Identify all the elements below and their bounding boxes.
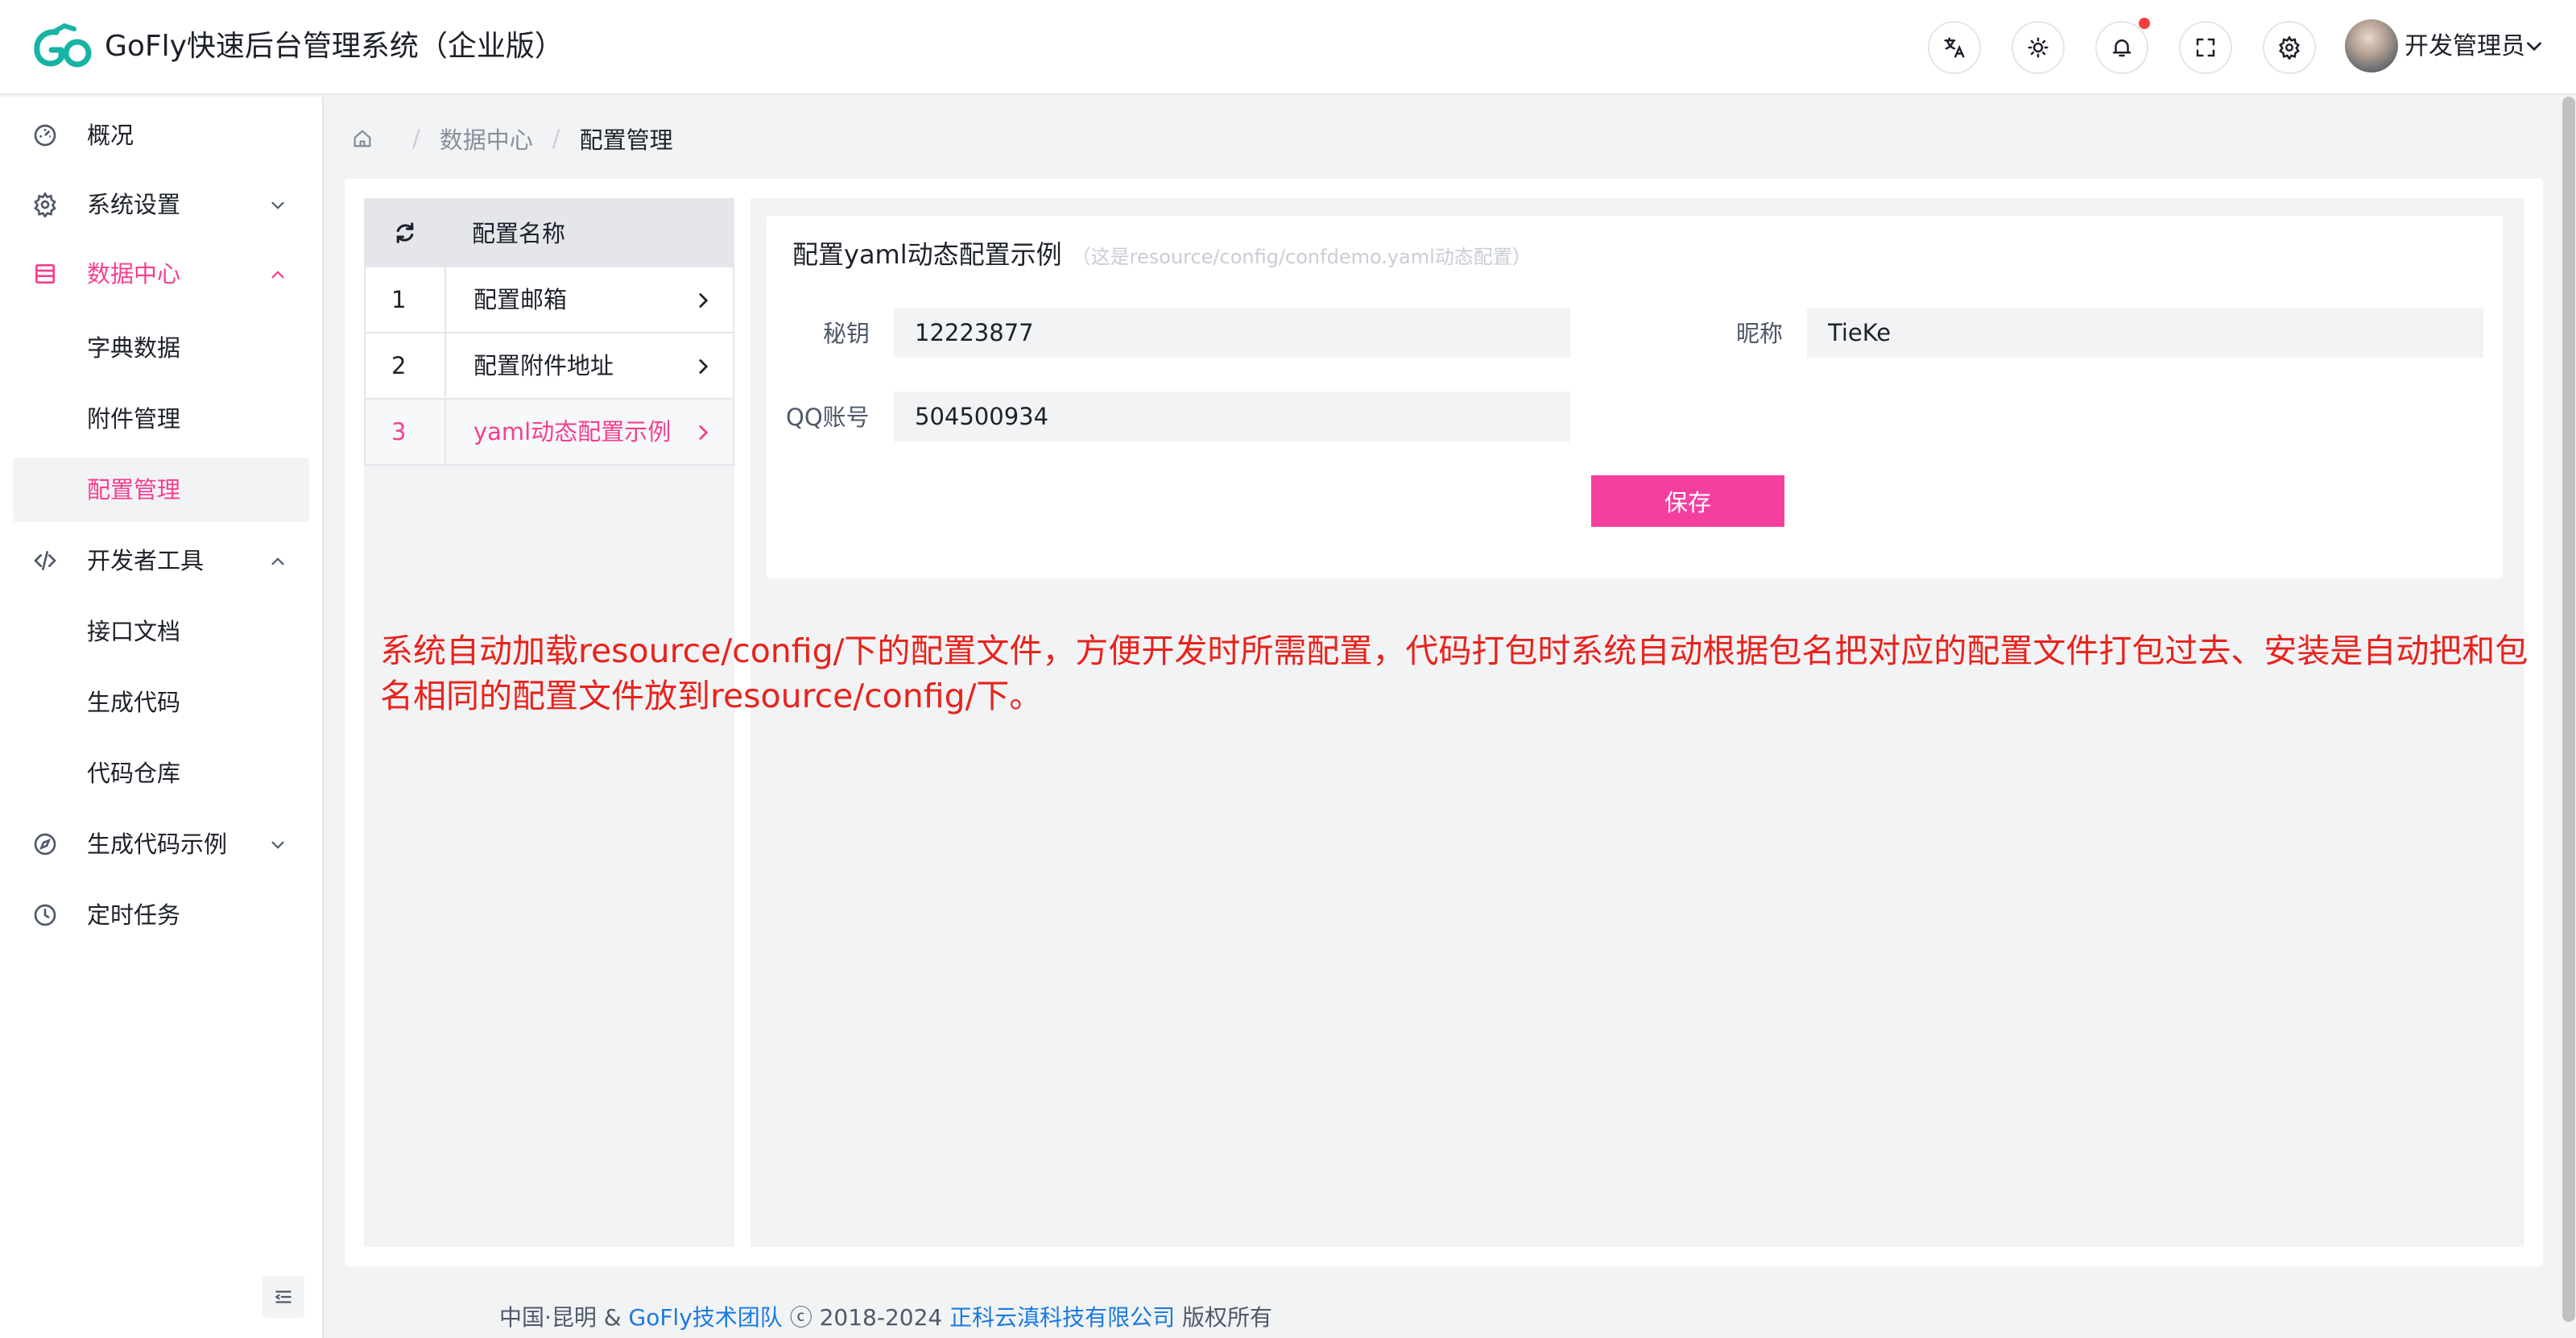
breadcrumb-current: 配置管理 bbox=[579, 126, 673, 154]
sidebar-item-api-docs[interactable]: 接口文档 bbox=[13, 599, 309, 664]
sidebar-item-codegen-examples[interactable]: 生成代码示例 bbox=[13, 812, 309, 876]
qq-label: QQ账号 bbox=[786, 404, 870, 431]
code-icon bbox=[34, 551, 56, 570]
sidebar-item-label: 定时任务 bbox=[87, 901, 181, 929]
theme-icon bbox=[2028, 37, 2049, 58]
sidebar-item-label: 字典数据 bbox=[87, 334, 181, 362]
home-icon[interactable] bbox=[351, 127, 374, 150]
sidebar-item-scheduled-tasks[interactable]: 定时任务 bbox=[13, 883, 309, 947]
footer: 中国·昆明 & GoFly技术团队 ⓒ 2018-2024 正科云滇科技有限公司… bbox=[0, 1300, 2576, 1336]
row-name: 配置附件地址 bbox=[473, 352, 614, 379]
breadcrumb-separator: / bbox=[552, 125, 560, 152]
row-name: yaml动态配置示例 bbox=[473, 418, 672, 445]
config-row-yaml-demo[interactable]: 3 yaml动态配置示例 bbox=[364, 400, 734, 466]
row-index: 3 bbox=[366, 400, 446, 464]
sidebar-item-label: 附件管理 bbox=[87, 405, 181, 433]
sidebar-item-label: 代码仓库 bbox=[87, 760, 181, 787]
sidebar-item-label: 生成代码 bbox=[87, 689, 181, 716]
sidebar-item-generate-code[interactable]: 生成代码 bbox=[13, 670, 309, 735]
theme-toggle-button[interactable] bbox=[2012, 21, 2065, 74]
bell-icon bbox=[2112, 39, 2132, 57]
config-list-header: 配置名称 bbox=[364, 198, 734, 267]
secret-input[interactable] bbox=[894, 308, 1570, 358]
sidebar-item-overview[interactable]: 概况 bbox=[13, 103, 309, 168]
chevron-up-icon bbox=[271, 271, 284, 279]
sidebar-item-label: 系统设置 bbox=[87, 191, 181, 218]
config-row-email[interactable]: 1 配置邮箱 bbox=[364, 267, 734, 333]
save-button[interactable]: 保存 bbox=[1591, 475, 1784, 527]
sidebar-item-system-settings[interactable]: 系统设置 bbox=[13, 172, 309, 237]
nickname-label: 昵称 bbox=[1736, 320, 1784, 347]
sidebar-item-label: 生成代码示例 bbox=[87, 831, 228, 858]
chevron-down-icon bbox=[271, 841, 284, 849]
user-name[interactable]: 开发管理员 bbox=[2404, 29, 2525, 64]
sidebar-item-label: 概况 bbox=[87, 122, 134, 149]
fullscreen-icon bbox=[2196, 38, 2215, 57]
notification-dot bbox=[2139, 18, 2150, 29]
chevron-right-icon bbox=[699, 293, 709, 308]
config-row-attachment-address[interactable]: 2 配置附件地址 bbox=[364, 333, 734, 400]
chevron-down-icon bbox=[271, 201, 284, 209]
form-title: 配置yaml动态配置示例 （这是resource/config/confdemo.… bbox=[792, 235, 1532, 276]
config-name-column-header: 配置名称 bbox=[472, 220, 566, 247]
footer-prefix: 中国·昆明 & bbox=[498, 1304, 629, 1331]
clock-icon bbox=[34, 904, 56, 926]
database-icon bbox=[35, 264, 55, 284]
app-title: GoFly快速后台管理系统（企业版） bbox=[105, 30, 564, 63]
sidebar-item-label: 开发者工具 bbox=[87, 547, 205, 574]
breadcrumb-separator: / bbox=[412, 125, 420, 152]
sidebar-item-label: 接口文档 bbox=[87, 618, 181, 645]
sidebar-item-dictionary[interactable]: 字典数据 bbox=[13, 316, 309, 380]
form-title-text: 配置yaml动态配置示例 bbox=[792, 239, 1062, 270]
annotation-text: 系统自动加载resource/config/下的配置文件，方便开发时所需配置，代… bbox=[380, 632, 2528, 715]
page-scrollbar[interactable] bbox=[2562, 97, 2575, 1322]
gear-icon bbox=[2279, 35, 2300, 60]
sidebar-item-label: 数据中心 bbox=[87, 260, 181, 288]
sidebar-item-code-repo[interactable]: 代码仓库 bbox=[13, 741, 309, 806]
breadcrumb-data-center[interactable]: 数据中心 bbox=[440, 122, 533, 155]
row-index: 1 bbox=[366, 267, 446, 332]
compass-icon bbox=[34, 833, 56, 855]
chevron-right-icon bbox=[699, 359, 709, 374]
row-index: 2 bbox=[366, 333, 446, 398]
nickname-input[interactable] bbox=[1807, 308, 2483, 358]
notification-button[interactable] bbox=[2095, 21, 2148, 74]
chevron-up-icon bbox=[271, 557, 284, 565]
refresh-icon[interactable] bbox=[393, 221, 417, 245]
qq-input[interactable] bbox=[894, 391, 1570, 441]
row-name: 配置邮箱 bbox=[473, 286, 568, 313]
footer-suffix: 版权所有 bbox=[1175, 1304, 1273, 1331]
form-title-hint: （这是resource/config/confdemo.yaml动态配置） bbox=[1071, 246, 1532, 268]
translate-button[interactable] bbox=[1928, 21, 1981, 74]
chevron-right-icon bbox=[699, 425, 709, 440]
chevron-down-icon[interactable] bbox=[2524, 35, 2545, 56]
user-avatar[interactable] bbox=[2345, 19, 2398, 72]
dashboard-icon bbox=[34, 124, 56, 147]
sidebar-item-config-management[interactable]: 配置管理 bbox=[13, 458, 309, 522]
gofly-logo[interactable] bbox=[32, 21, 93, 72]
config-list-panel: 配置名称 1 配置邮箱 2 配置附件地址 3 yaml动态配置示例 bbox=[364, 198, 734, 1247]
footer-company-link[interactable]: 正科云滇科技有限公司 bbox=[949, 1304, 1175, 1331]
footer-team-link[interactable]: GoFly技术团队 bbox=[629, 1304, 783, 1331]
sidebar-item-developer-tools[interactable]: 开发者工具 bbox=[13, 528, 309, 593]
footer-copyright: ⓒ 2018-2024 bbox=[782, 1304, 950, 1331]
breadcrumb: / 数据中心 / 配置管理 bbox=[351, 121, 673, 156]
translate-icon bbox=[1944, 37, 1965, 58]
secret-label: 秘钥 bbox=[823, 320, 870, 347]
sidebar-item-attachments[interactable]: 附件管理 bbox=[13, 387, 309, 451]
fullscreen-button[interactable] bbox=[2179, 21, 2232, 74]
sidebar-item-data-center[interactable]: 数据中心 bbox=[13, 242, 309, 306]
sidebar-item-label: 配置管理 bbox=[87, 476, 181, 503]
gear-icon bbox=[34, 192, 56, 217]
top-header: GoFly快速后台管理系统（企业版） 开发管理员 bbox=[0, 0, 2576, 95]
settings-button[interactable] bbox=[2263, 21, 2316, 74]
